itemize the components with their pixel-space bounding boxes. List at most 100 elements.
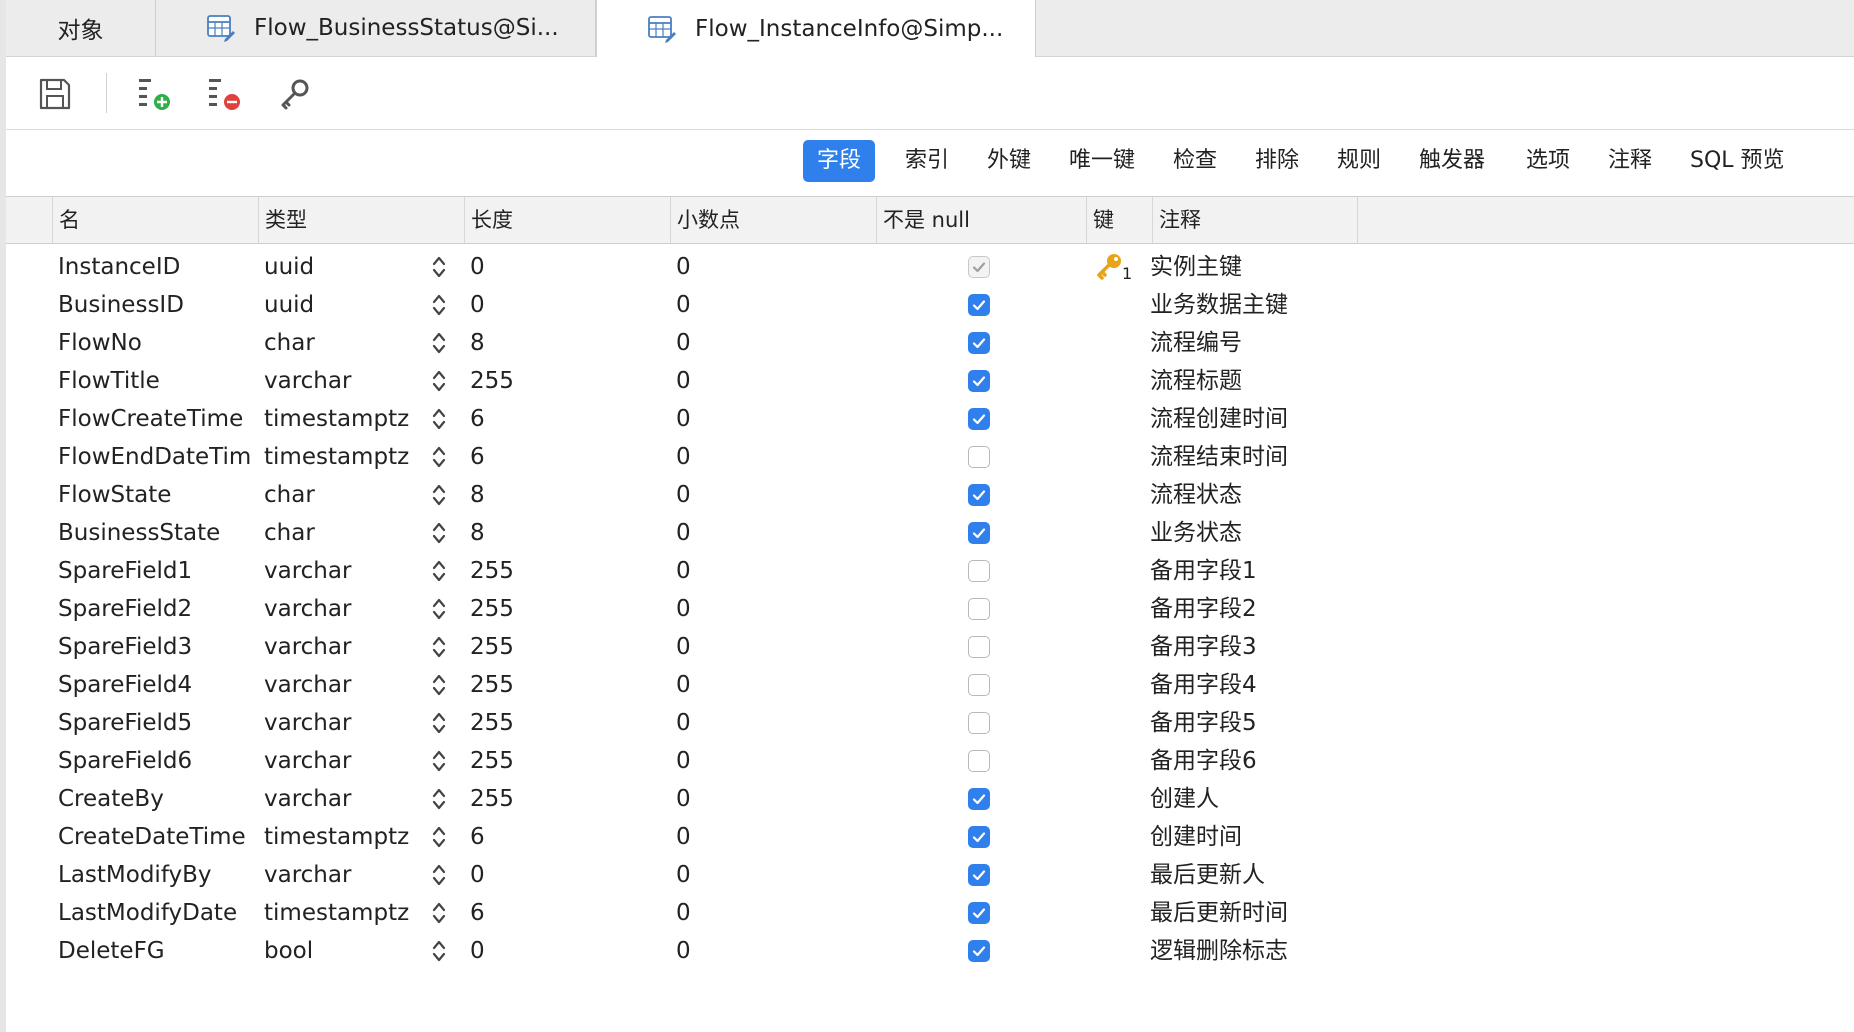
field-name-cell[interactable]: SpareField1 bbox=[58, 552, 258, 590]
field-decimal-cell[interactable]: 0 bbox=[676, 590, 836, 628]
field-type-cell[interactable]: varchar bbox=[264, 856, 424, 894]
field-decimal-cell[interactable]: 0 bbox=[676, 400, 836, 438]
field-name-cell[interactable]: InstanceID bbox=[58, 248, 258, 286]
not-null-checkbox[interactable] bbox=[968, 940, 990, 962]
key-cell[interactable] bbox=[1094, 932, 1144, 970]
field-decimal-cell[interactable]: 0 bbox=[676, 818, 836, 856]
type-stepper[interactable] bbox=[424, 628, 454, 666]
field-decimal-cell[interactable]: 0 bbox=[676, 666, 836, 704]
key-cell[interactable] bbox=[1094, 666, 1144, 704]
field-decimal-cell[interactable]: 0 bbox=[676, 856, 836, 894]
field-name-cell[interactable]: FlowTitle bbox=[58, 362, 258, 400]
field-type-cell[interactable]: char bbox=[264, 324, 424, 362]
field-length-cell[interactable]: 0 bbox=[470, 286, 630, 324]
field-length-cell[interactable]: 255 bbox=[470, 780, 630, 818]
field-name-cell[interactable]: SpareField5 bbox=[58, 704, 258, 742]
subtab-checks[interactable]: 检查 bbox=[1159, 140, 1231, 182]
field-length-cell[interactable]: 255 bbox=[470, 742, 630, 780]
not-null-checkbox[interactable] bbox=[968, 522, 990, 544]
field-type-cell[interactable]: varchar bbox=[264, 666, 424, 704]
not-null-checkbox[interactable] bbox=[968, 902, 990, 924]
type-stepper[interactable] bbox=[424, 780, 454, 818]
key-cell[interactable] bbox=[1094, 476, 1144, 514]
field-name-cell[interactable]: SpareField6 bbox=[58, 742, 258, 780]
table-row[interactable]: CreateDateTime timestamptz 6 0 创建时间 bbox=[6, 818, 1854, 856]
not-null-checkbox-cell[interactable] bbox=[964, 438, 994, 476]
field-type-cell[interactable]: varchar bbox=[264, 628, 424, 666]
table-row[interactable]: BusinessState char 8 0 业务状态 bbox=[6, 514, 1854, 552]
table-row[interactable]: CreateBy varchar 255 0 创建人 bbox=[6, 780, 1854, 818]
subtab-fields[interactable]: 字段 bbox=[803, 140, 876, 182]
not-null-checkbox[interactable] bbox=[968, 484, 990, 506]
type-stepper[interactable] bbox=[424, 856, 454, 894]
subtab-triggers[interactable]: 触发器 bbox=[1405, 140, 1499, 182]
key-cell[interactable] bbox=[1094, 856, 1144, 894]
tab-flow-instanceinfo[interactable]: Flow_InstanceInfo@Simp... bbox=[596, 0, 1036, 57]
field-length-cell[interactable]: 255 bbox=[470, 628, 630, 666]
table-row[interactable]: FlowNo char 8 0 流程编号 bbox=[6, 324, 1854, 362]
field-decimal-cell[interactable]: 0 bbox=[676, 628, 836, 666]
type-stepper[interactable] bbox=[424, 400, 454, 438]
table-row[interactable]: InstanceID uuid 0 0 1 实例主键 bbox=[6, 248, 1854, 286]
field-decimal-cell[interactable]: 0 bbox=[676, 362, 836, 400]
field-length-cell[interactable]: 6 bbox=[470, 400, 630, 438]
field-length-cell[interactable]: 255 bbox=[470, 552, 630, 590]
key-cell[interactable] bbox=[1094, 780, 1144, 818]
not-null-checkbox-cell[interactable] bbox=[964, 666, 994, 704]
not-null-checkbox-cell[interactable] bbox=[964, 742, 994, 780]
field-name-cell[interactable]: CreateBy bbox=[58, 780, 258, 818]
field-comment-cell[interactable]: 最后更新人 bbox=[1150, 856, 1410, 894]
not-null-checkbox[interactable] bbox=[968, 598, 990, 620]
field-length-cell[interactable]: 255 bbox=[470, 704, 630, 742]
tab-flow-businessstatus[interactable]: Flow_BusinessStatus@Si... bbox=[156, 0, 596, 56]
type-stepper[interactable] bbox=[424, 742, 454, 780]
not-null-checkbox-cell[interactable] bbox=[964, 400, 994, 438]
field-name-cell[interactable]: FlowCreateTime bbox=[58, 400, 258, 438]
primary-key-button[interactable] bbox=[276, 75, 314, 113]
field-comment-cell[interactable]: 流程创建时间 bbox=[1150, 400, 1410, 438]
key-cell[interactable] bbox=[1094, 514, 1144, 552]
field-name-cell[interactable]: FlowNo bbox=[58, 324, 258, 362]
type-stepper[interactable] bbox=[424, 514, 454, 552]
field-comment-cell[interactable]: 创建人 bbox=[1150, 780, 1410, 818]
field-comment-cell[interactable]: 备用字段1 bbox=[1150, 552, 1410, 590]
not-null-checkbox-cell[interactable] bbox=[964, 856, 994, 894]
field-type-cell[interactable]: varchar bbox=[264, 552, 424, 590]
not-null-checkbox-cell[interactable] bbox=[964, 552, 994, 590]
field-type-cell[interactable]: timestamptz bbox=[264, 400, 424, 438]
not-null-checkbox[interactable] bbox=[968, 256, 990, 278]
field-comment-cell[interactable]: 备用字段6 bbox=[1150, 742, 1410, 780]
field-name-cell[interactable]: SpareField4 bbox=[58, 666, 258, 704]
not-null-checkbox[interactable] bbox=[968, 712, 990, 734]
not-null-checkbox[interactable] bbox=[968, 826, 990, 848]
key-cell[interactable] bbox=[1094, 590, 1144, 628]
not-null-checkbox[interactable] bbox=[968, 864, 990, 886]
field-type-cell[interactable]: timestamptz bbox=[264, 438, 424, 476]
table-row[interactable]: LastModifyBy varchar 0 0 最后更新人 bbox=[6, 856, 1854, 894]
not-null-checkbox-cell[interactable] bbox=[964, 894, 994, 932]
not-null-checkbox-cell[interactable] bbox=[964, 286, 994, 324]
type-stepper[interactable] bbox=[424, 894, 454, 932]
type-stepper[interactable] bbox=[424, 590, 454, 628]
table-row[interactable]: SpareField3 varchar 255 0 备用字段3 bbox=[6, 628, 1854, 666]
table-row[interactable]: SpareField1 varchar 255 0 备用字段1 bbox=[6, 552, 1854, 590]
field-name-cell[interactable]: FlowState bbox=[58, 476, 258, 514]
table-row[interactable]: SpareField2 varchar 255 0 备用字段2 bbox=[6, 590, 1854, 628]
field-decimal-cell[interactable]: 0 bbox=[676, 780, 836, 818]
field-type-cell[interactable]: timestamptz bbox=[264, 818, 424, 856]
field-decimal-cell[interactable]: 0 bbox=[676, 248, 836, 286]
table-row[interactable]: FlowTitle varchar 255 0 流程标题 bbox=[6, 362, 1854, 400]
field-name-cell[interactable]: SpareField2 bbox=[58, 590, 258, 628]
key-cell[interactable] bbox=[1094, 742, 1144, 780]
save-button[interactable] bbox=[36, 75, 74, 113]
subtab-options[interactable]: 选项 bbox=[1512, 140, 1584, 182]
field-comment-cell[interactable]: 流程状态 bbox=[1150, 476, 1410, 514]
subtab-foreign-keys[interactable]: 外键 bbox=[973, 140, 1045, 182]
field-decimal-cell[interactable]: 0 bbox=[676, 742, 836, 780]
field-decimal-cell[interactable]: 0 bbox=[676, 894, 836, 932]
table-row[interactable]: FlowEndDateTim timestamptz 6 0 流程结束时间 bbox=[6, 438, 1854, 476]
field-name-cell[interactable]: LastModifyDate bbox=[58, 894, 258, 932]
field-type-cell[interactable]: uuid bbox=[264, 248, 424, 286]
type-stepper[interactable] bbox=[424, 666, 454, 704]
field-type-cell[interactable]: timestamptz bbox=[264, 894, 424, 932]
